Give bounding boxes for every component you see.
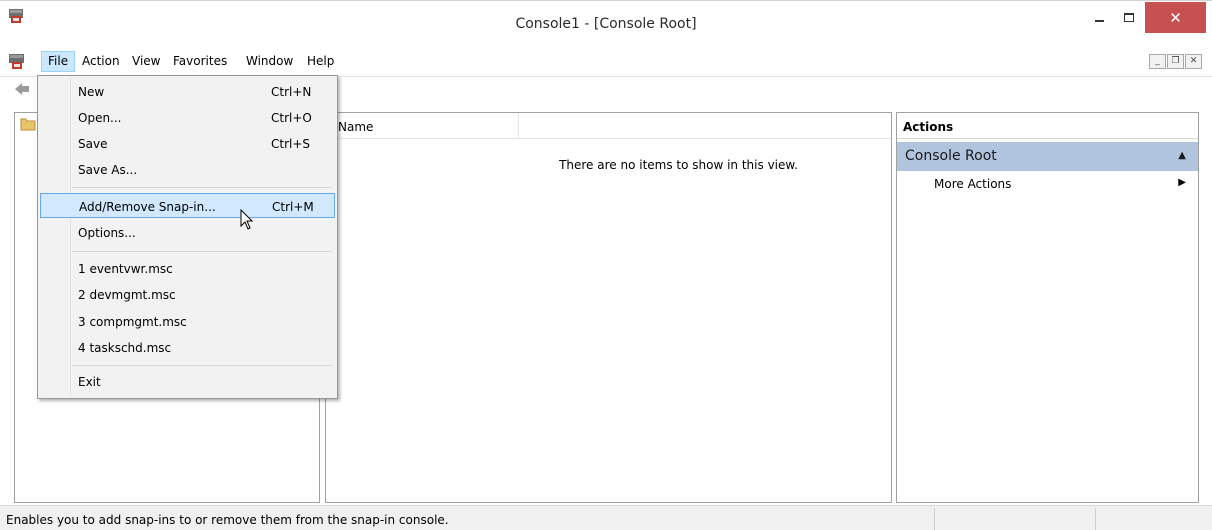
menu-item-new[interactable]: New Ctrl+N [40,79,335,104]
menu-item-shortcut: Ctrl+N [271,85,312,99]
menu-item-options[interactable]: Options... [40,220,335,245]
actions-pane: Actions Console Root ▲ More Actions ▶ [896,112,1199,503]
menu-item-recent-2[interactable]: 2 devmgmt.msc [40,282,335,307]
menu-view[interactable]: View [126,51,166,72]
column-header-name[interactable]: Name [338,120,373,134]
menu-separator [72,187,333,188]
menu-item-label: Save [78,137,108,151]
actions-section-title: Console Root [905,148,997,164]
close-button[interactable]: ✕ [1145,2,1206,33]
mdi-restore-button[interactable]: ❐ [1167,54,1184,69]
menu-item-recent-3[interactable]: 3 compmgmt.msc [40,309,335,334]
mouse-pointer-icon [240,209,254,230]
menu-item-label: 4 taskschd.msc [78,341,172,355]
menu-item-save-as[interactable]: Save As... [40,157,335,182]
minimize-icon [1094,19,1104,22]
menu-window[interactable]: Window [240,51,299,72]
minimize-button[interactable] [1084,2,1114,33]
folder-icon[interactable] [20,117,36,131]
menu-item-recent-1[interactable]: 1 eventvwr.msc [40,256,335,281]
menu-item-label: Add/Remove Snap-in... [79,200,216,214]
menu-item-shortcut: Ctrl+M [272,200,314,214]
menu-item-add-remove-snap-in[interactable]: Add/Remove Snap-in... Ctrl+M [40,193,335,218]
menu-item-label: 3 compmgmt.msc [78,315,187,329]
menu-item-recent-4[interactable]: 4 taskschd.msc [40,335,335,360]
back-arrow-icon[interactable] [14,82,30,96]
menu-item-label: 1 eventvwr.msc [78,262,173,276]
maximize-icon [1124,13,1134,22]
menu-item-exit[interactable]: Exit [40,369,335,394]
empty-view-message: There are no items to show in this view. [559,158,798,172]
menu-item-label: Save As... [78,163,138,177]
menu-separator [72,251,333,252]
menu-separator [72,365,333,366]
collapse-up-icon[interactable]: ▲ [1178,150,1186,161]
more-actions-item[interactable]: More Actions [934,177,1011,191]
menu-item-label: Open... [78,111,122,125]
menu-action[interactable]: Action [76,51,126,72]
status-divider [1095,508,1096,530]
mdi-close-button[interactable]: ✕ [1185,54,1202,69]
console-icon[interactable] [8,53,26,70]
mdi-minimize-button[interactable]: _ [1149,54,1166,69]
column-header-row: Name [326,113,891,139]
status-divider [934,508,935,530]
menu-item-shortcut: Ctrl+S [271,137,311,151]
close-icon: ✕ [1169,8,1182,27]
window-title: Console1 - [Console Root] [515,16,697,32]
menu-item-shortcut: Ctrl+O [271,111,312,125]
actions-section-console-root[interactable]: Console Root ▲ [897,142,1198,171]
file-menu-dropdown: New Ctrl+N Open... Ctrl+O Save Ctrl+S Sa… [37,75,338,399]
menu-item-open[interactable]: Open... Ctrl+O [40,105,335,130]
column-divider[interactable] [518,113,519,139]
menu-bar: File Action View Favorites Window Help _… [0,49,1212,75]
status-text: Enables you to add snap-ins to or remove… [6,513,449,527]
menu-item-save[interactable]: Save Ctrl+S [40,131,335,156]
mdi-controls: _ ❐ ✕ [1149,54,1202,69]
maximize-button[interactable] [1114,2,1144,33]
actions-header: Actions [897,113,1198,139]
menu-item-label: 2 devmgmt.msc [78,288,176,302]
menu-favorites[interactable]: Favorites [167,51,233,72]
mmc-window: Console1 - [Console Root] ✕ File Action … [0,0,1212,530]
status-bar: Enables you to add snap-ins to or remove… [0,505,1212,530]
menu-file[interactable]: File [41,51,76,72]
title-bar: Console1 - [Console Root] ✕ [0,2,1212,45]
menu-item-label: Options... [78,226,136,240]
results-pane[interactable]: Name There are no items to show in this … [325,112,892,503]
menu-item-label: Exit [78,375,101,389]
menu-item-label: New [78,85,105,99]
menu-help[interactable]: Help [301,51,340,72]
submenu-arrow-icon: ▶ [1178,177,1186,188]
